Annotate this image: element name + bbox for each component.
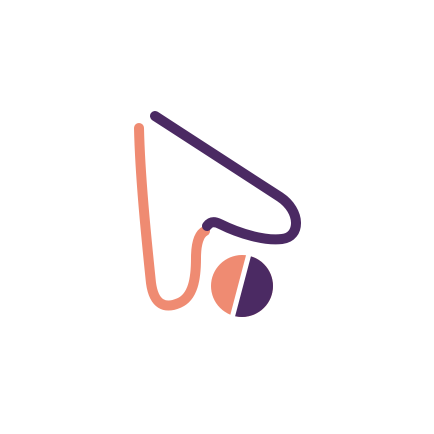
purple-stroke	[150, 111, 301, 245]
coral-stroke	[134, 123, 210, 311]
split-circle-icon	[211, 249, 273, 323]
cursor-pointer-logo-icon	[134, 111, 301, 323]
canvas	[0, 0, 434, 434]
